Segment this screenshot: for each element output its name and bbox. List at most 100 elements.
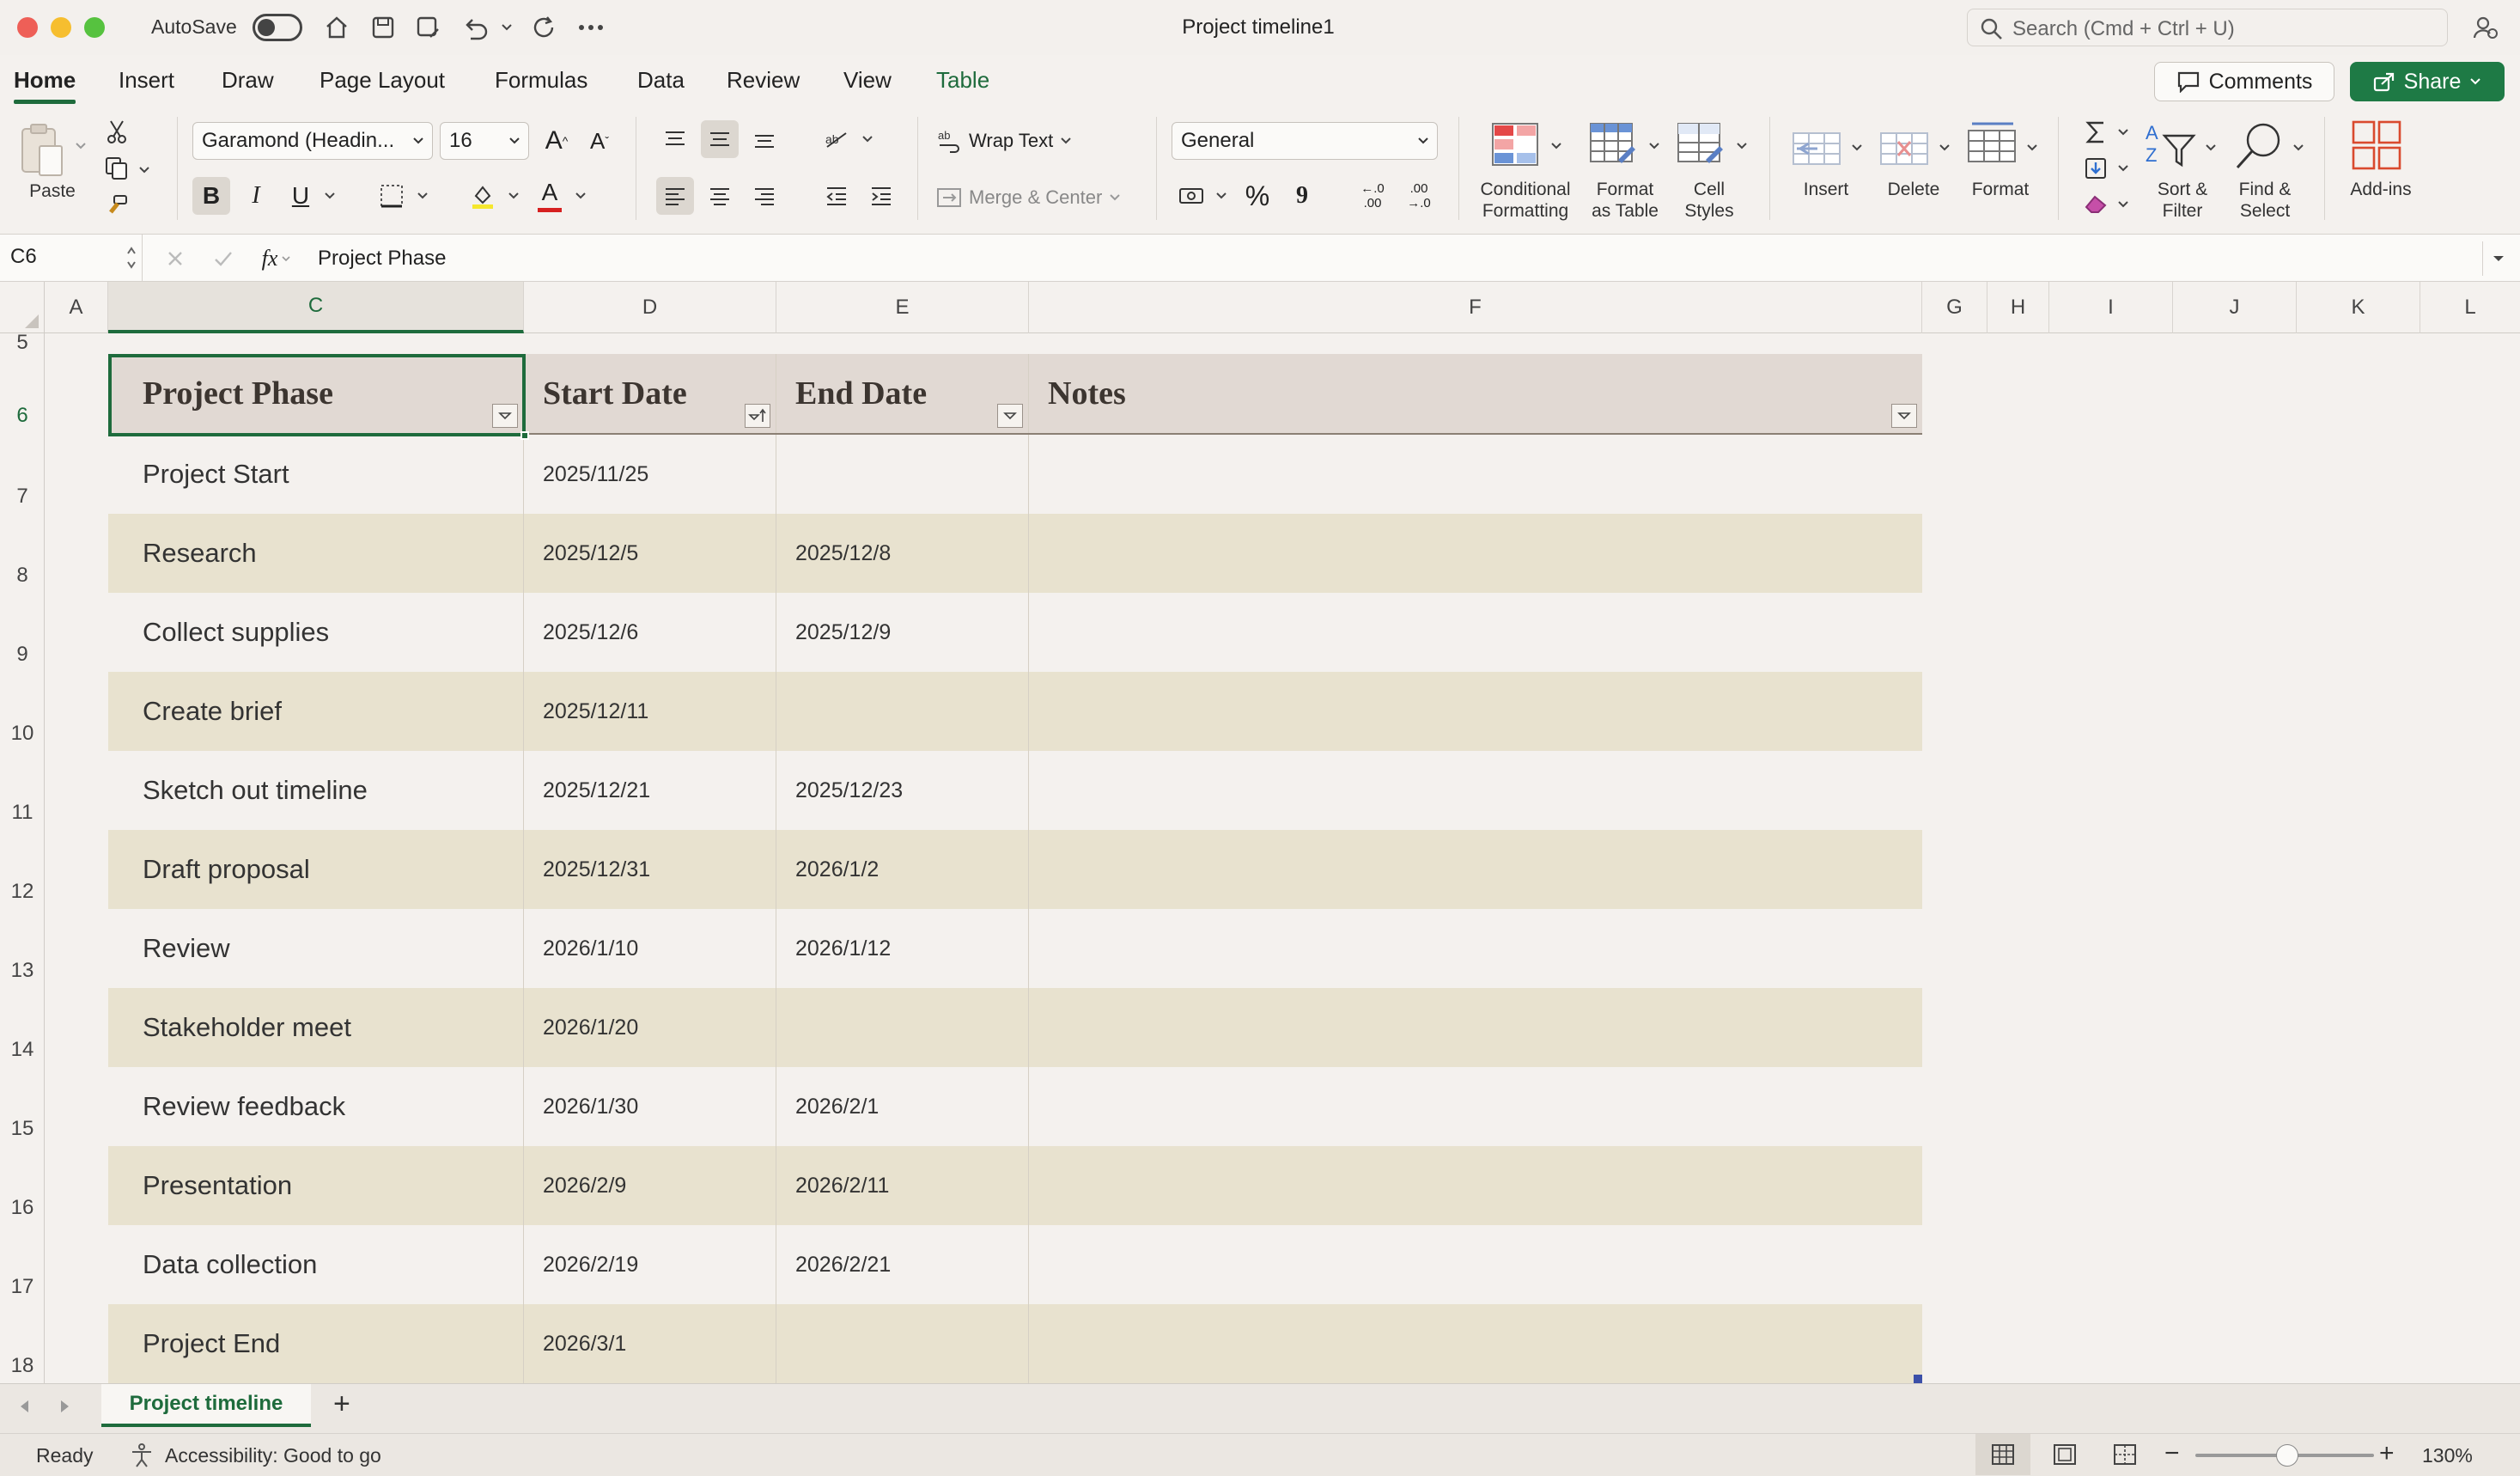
start-date-cell[interactable]: 2025/12/21 [524,751,776,830]
fill-color-icon[interactable] [464,177,502,215]
cut-icon[interactable] [101,117,132,148]
font-size-select[interactable]: 16 [440,122,529,160]
phase-cell[interactable]: Draft proposal [108,830,524,909]
align-bottom-icon[interactable] [746,120,783,158]
row-header-16[interactable]: 16 [0,1196,45,1220]
notes-cell[interactable] [1029,1225,1922,1304]
autosum-icon[interactable] [2079,117,2113,148]
italic-button[interactable]: I [237,177,275,215]
phase-cell[interactable]: Review feedback [108,1067,524,1146]
format-painter-icon[interactable] [100,191,134,222]
next-sheet-icon[interactable] [53,1394,77,1418]
align-top-icon[interactable] [656,120,694,158]
column-header-f[interactable]: F [1029,282,1922,333]
notes-cell[interactable] [1029,514,1922,593]
cell-styles-chevron-down-icon[interactable] [1733,137,1750,155]
copy-chevron-down-icon[interactable] [136,162,153,179]
phase-cell[interactable]: Stakeholder meet [108,988,524,1067]
end-date-cell[interactable]: 2025/12/23 [776,751,1029,830]
row-header-5[interactable]: 5 [0,333,45,352]
orientation-chevron-down-icon[interactable] [859,131,876,148]
column-header-c[interactable]: C [108,282,524,333]
start-date-cell[interactable]: 2026/1/20 [524,988,776,1067]
end-date-cell[interactable]: 2026/2/1 [776,1067,1029,1146]
close-window-button[interactable] [17,17,38,38]
column-header-k[interactable]: K [2297,282,2420,333]
sheet-tab-project-timeline[interactable]: Project timeline [101,1384,311,1427]
phase-cell[interactable]: Collect supplies [108,593,524,672]
row-header-11[interactable]: 11 [0,801,45,825]
start-date-cell[interactable]: 2026/1/10 [524,909,776,988]
filter-dropdown-end-date[interactable] [997,404,1023,428]
column-header-d[interactable]: D [524,282,776,333]
notes-cell[interactable] [1029,830,1922,909]
row-header-10[interactable]: 10 [0,722,45,746]
notes-cell[interactable] [1029,751,1922,830]
font-name-select[interactable]: Garamond (Headin... [192,122,433,160]
fill-color-chevron-down-icon[interactable] [505,187,522,204]
maximize-window-button[interactable] [84,17,105,38]
column-header-g[interactable]: G [1922,282,1987,333]
column-header-i[interactable]: I [2049,282,2173,333]
redo-icon[interactable] [526,9,563,46]
header-cell-notes[interactable]: Notes [1029,354,1922,433]
phase-cell[interactable]: Project End [108,1304,524,1383]
column-header-e[interactable]: E [776,282,1029,333]
row-header-6[interactable]: 6 [0,404,45,428]
increase-indent-icon[interactable] [862,177,900,215]
sort-filter-icon[interactable]: AZ [2144,120,2199,172]
end-date-cell[interactable] [776,988,1029,1067]
align-middle-icon[interactable] [701,120,739,158]
end-date-cell[interactable] [776,1304,1029,1383]
start-date-cell[interactable]: 2025/12/31 [524,830,776,909]
row-header-14[interactable]: 14 [0,1038,45,1062]
end-date-cell[interactable]: 2026/2/21 [776,1225,1029,1304]
phase-cell[interactable]: Review [108,909,524,988]
percent-style-button[interactable]: % [1239,177,1276,215]
row-header-18[interactable]: 18 [0,1354,45,1378]
tab-formulas[interactable]: Formulas [495,67,587,94]
notes-cell[interactable] [1029,1304,1922,1383]
start-date-cell[interactable]: 2026/3/1 [524,1304,776,1383]
phase-cell[interactable]: Project Start [108,435,524,514]
align-left-icon[interactable] [656,177,694,215]
clear-icon[interactable] [2079,189,2113,220]
merge-center-button[interactable]: Merge & Center [936,179,1121,217]
start-date-cell[interactable]: 2025/12/6 [524,593,776,672]
insert-function-button[interactable]: fx [253,241,301,276]
undo-chevron-down-icon[interactable] [490,9,524,46]
conditional-formatting-icon[interactable] [1489,120,1541,168]
accounting-format-icon[interactable] [1173,177,1211,215]
start-date-cell[interactable]: 2025/12/5 [524,514,776,593]
cancel-entry-icon[interactable] [161,243,189,274]
end-date-cell[interactable] [776,435,1029,514]
tab-draw[interactable]: Draw [222,67,274,94]
format-as-table-chevron-down-icon[interactable] [1646,137,1663,155]
account-icon[interactable] [2467,9,2505,46]
save-as-icon[interactable] [409,9,447,46]
header-cell-start-date[interactable]: Start Date [524,354,776,433]
orientation-icon[interactable]: ab [818,120,855,158]
paste-button[interactable] [15,120,67,180]
start-date-cell[interactable]: 2026/1/30 [524,1067,776,1146]
notes-cell[interactable] [1029,909,1922,988]
notes-cell[interactable] [1029,435,1922,514]
page-layout-view-icon[interactable] [2037,1434,2092,1475]
row-header-13[interactable]: 13 [0,959,45,983]
tab-view[interactable]: View [843,67,892,94]
filter-dropdown-start-date[interactable] [745,404,770,428]
decrease-font-size-button[interactable]: Aˇ [581,122,618,160]
notes-cell[interactable] [1029,593,1922,672]
start-date-cell[interactable]: 2026/2/9 [524,1146,776,1225]
end-date-cell[interactable]: 2025/12/9 [776,593,1029,672]
accessibility-status[interactable]: Accessibility: Good to go [165,1444,381,1467]
phase-cell[interactable]: Research [108,514,524,593]
fill-icon[interactable] [2079,153,2113,184]
tab-table[interactable]: Table [936,67,989,94]
comma-style-button[interactable]: 9 [1283,177,1321,215]
column-header-j[interactable]: J [2173,282,2297,333]
notes-cell[interactable] [1029,988,1922,1067]
underline-button[interactable]: U [282,177,320,215]
decrease-indent-icon[interactable] [818,177,855,215]
format-cells-icon[interactable] [1967,119,2018,170]
